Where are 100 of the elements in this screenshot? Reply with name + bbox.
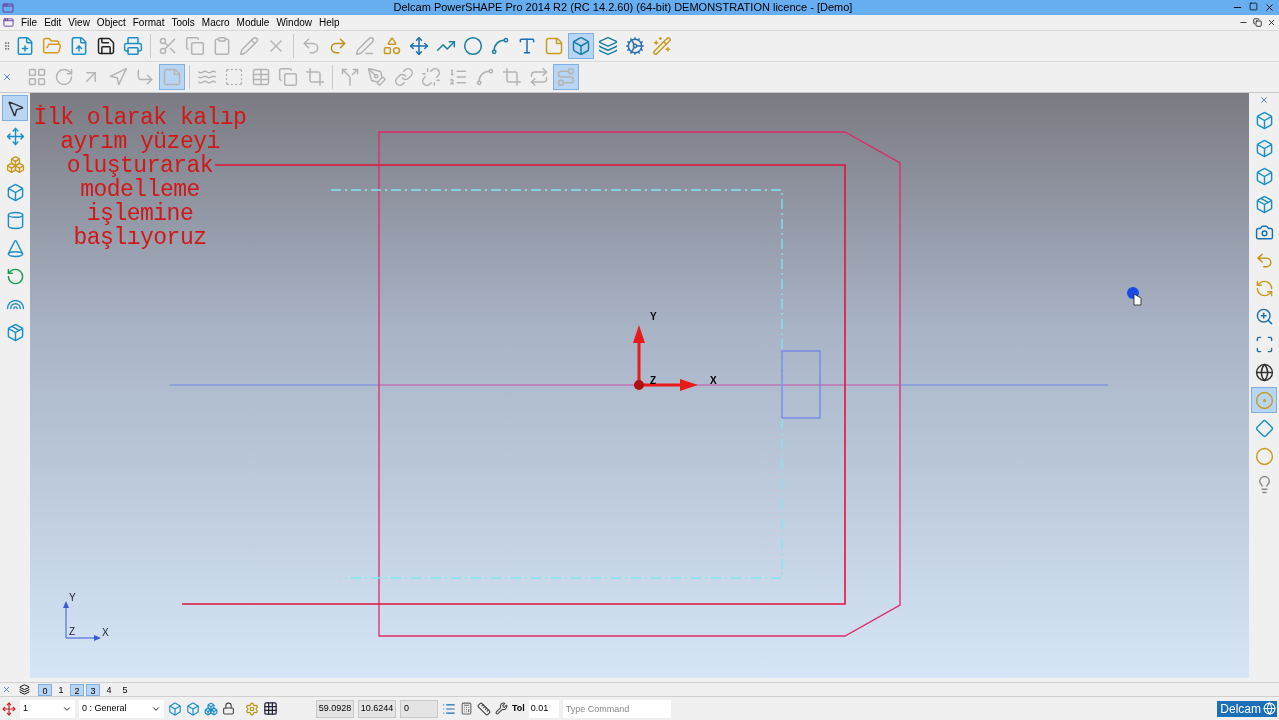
cone-icon <box>5 238 25 258</box>
workplane-select[interactable]: 1 <box>20 699 75 718</box>
menu-item[interactable]: Edit <box>44 15 62 30</box>
pencil-icon <box>239 36 259 56</box>
triad-label: Y <box>69 593 76 603</box>
annotation-text: oluşturarak <box>66 154 214 178</box>
level-tab[interactable]: 2 <box>70 683 84 696</box>
menu-item[interactable]: Format <box>132 15 165 30</box>
menu-item[interactable]: Module <box>236 15 270 30</box>
cylinder-icon <box>5 210 25 230</box>
tolerance-label: Tol <box>512 701 525 715</box>
workplane-axes-drawing <box>633 325 698 391</box>
coordinate-field[interactable]: 0 <box>400 699 438 718</box>
box-icon[interactable] <box>186 701 200 716</box>
level-tab[interactable]: 0 <box>38 683 52 696</box>
wrench-icon[interactable] <box>495 702 508 715</box>
gear-icon <box>625 36 645 56</box>
calculator-icon[interactable] <box>460 702 473 715</box>
split-icon <box>340 67 360 87</box>
numbered-list-icon <box>448 67 468 87</box>
shapes-icon <box>382 36 402 56</box>
cursor-icon <box>1127 287 1142 306</box>
dashed-square-icon <box>224 67 244 87</box>
table-icon <box>251 67 271 87</box>
zoom-icon <box>1254 306 1274 326</box>
grid-icon <box>27 67 47 87</box>
restore-icon[interactable] <box>1253 18 1262 27</box>
list-icon[interactable] <box>442 701 456 716</box>
repeat-icon <box>529 67 549 87</box>
move-icon <box>5 126 25 146</box>
axis-label: Z <box>650 376 657 386</box>
corner-icon <box>135 67 155 87</box>
menu-item[interactable]: File <box>21 15 38 30</box>
box-icon <box>1254 138 1274 158</box>
file-upload-icon <box>69 36 89 56</box>
box-icon[interactable] <box>168 701 182 716</box>
command-field[interactable]: Type Command <box>562 699 671 718</box>
window-title: Delcam PowerSHAPE Pro 2014 R2 (RC 14.2.60) (64-bit) DEMONSTRATION licence - [Demo] <box>393 0 853 15</box>
globe-icon <box>1263 702 1276 715</box>
pointer-button[interactable] <box>2 95 28 121</box>
copy-icon <box>185 36 205 56</box>
coordinate-field[interactable]: 59.0928 <box>316 699 354 718</box>
level-tab[interactable]: 1 <box>54 683 68 696</box>
box-icon <box>1254 166 1274 186</box>
axis-label: X <box>710 376 717 386</box>
undo-icon <box>301 36 321 56</box>
crop-icon <box>305 67 325 87</box>
box-button[interactable] <box>568 33 594 59</box>
annotation-text: başlıyoruz <box>73 226 207 250</box>
ruler-icon[interactable] <box>477 701 491 716</box>
app-icon <box>2 1 14 14</box>
rotate-icon <box>5 266 25 286</box>
menu-item[interactable]: Macro <box>201 15 230 30</box>
lock-icon[interactable] <box>222 702 235 715</box>
camera-icon <box>1254 222 1274 242</box>
menu-item[interactable]: View <box>68 15 90 30</box>
annotation-text: işlemine <box>86 202 194 226</box>
wand-icon <box>652 36 672 56</box>
level-tab[interactable]: 3 <box>86 683 100 696</box>
refresh-icon <box>1254 278 1274 298</box>
ball-icon <box>1254 446 1274 466</box>
curve-icon <box>490 36 510 56</box>
diamond-icon <box>1254 418 1274 438</box>
box-icon <box>1254 110 1274 130</box>
circle-icon <box>463 36 483 56</box>
folder-icon <box>42 36 62 56</box>
layers-icon <box>19 684 30 695</box>
level-tab[interactable]: 5 <box>118 683 132 696</box>
route-icon <box>556 67 576 87</box>
pointer-icon <box>5 98 25 118</box>
document-icon <box>3 17 14 28</box>
level-select[interactable]: 0 : General <box>79 699 164 718</box>
menu-item[interactable]: Object <box>96 15 126 30</box>
tolerance-field[interactable]: 0.01 <box>528 699 559 718</box>
close-icon[interactable] <box>1267 18 1276 27</box>
pen-icon <box>367 67 387 87</box>
menu-item[interactable]: Help <box>319 15 340 30</box>
coordinate-field[interactable]: 10.6244 <box>358 699 396 718</box>
package-icon <box>5 322 25 342</box>
maximize-icon[interactable] <box>1249 2 1258 11</box>
menu-item[interactable]: Tools <box>171 15 195 30</box>
scan-icon <box>1254 334 1274 354</box>
annotation-text: modelleme <box>80 178 200 202</box>
menu-item[interactable]: Window <box>276 15 312 30</box>
boxes-icon <box>5 154 25 174</box>
axis-label: Y <box>650 312 657 322</box>
box-icon <box>571 36 591 56</box>
annotation-text: ayrım yüzeyi <box>60 130 220 154</box>
logo-text: Delcam <box>1220 700 1261 718</box>
waves-icon <box>197 67 217 87</box>
text-icon <box>517 36 537 56</box>
crop-icon <box>502 67 522 87</box>
level-tab[interactable]: 4 <box>102 683 116 696</box>
pen-icon <box>355 36 375 56</box>
layers-icon <box>598 36 618 56</box>
navigation-icon <box>108 67 128 87</box>
grid-icon[interactable] <box>263 701 278 716</box>
view-triad-drawing <box>63 601 101 641</box>
close-icon[interactable] <box>1264 2 1275 13</box>
boxes-icon[interactable] <box>204 701 218 716</box>
